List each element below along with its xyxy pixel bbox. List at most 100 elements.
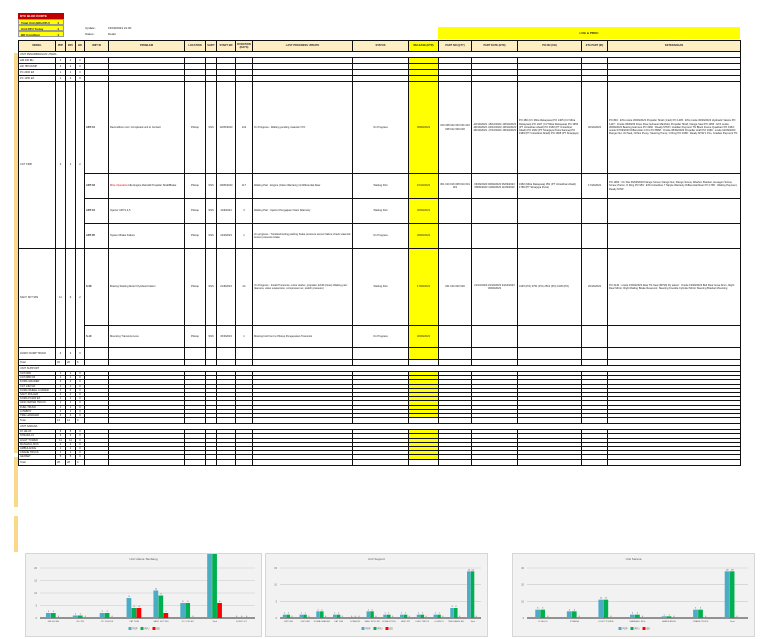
data-label: 1 xyxy=(388,613,390,615)
bar-rfu xyxy=(470,571,475,618)
detail-row: ADT-03 Mine Operation Idle Engine Rebuild… xyxy=(19,173,741,199)
problem-text: Idle Engine Rebuild Propeller Shaft/Brak… xyxy=(128,184,177,188)
status-cell: Waiting Part xyxy=(352,248,409,326)
release-cell: 30/09/2023 xyxy=(408,198,439,224)
part-date-cell: 21/10/2023 23/10/2023 24/10/2023 30/09/2… xyxy=(471,248,518,326)
x-tick-label: HM 400 BH xyxy=(48,621,60,623)
location-cell: Pitstop xyxy=(184,248,206,326)
bar-rfu xyxy=(336,614,341,618)
bar-rfu xyxy=(77,615,83,618)
cell xyxy=(352,458,409,466)
bar-rfu xyxy=(603,599,609,618)
x-tick-label: HOWO DT xyxy=(236,621,247,623)
x-tick-label: HINO WT xyxy=(401,621,411,623)
data-label: 1 xyxy=(385,613,387,615)
x-tick-label: KOMA PC200 xyxy=(382,620,396,623)
update-label: Update : xyxy=(85,26,97,30)
rfu-cell: 3 xyxy=(65,347,76,360)
model-cell: HOWO DUMP TRUCK xyxy=(18,347,56,360)
cell xyxy=(517,458,582,466)
data-label: 2 xyxy=(368,609,370,611)
legend-swatch xyxy=(140,627,144,630)
data-label: 3 xyxy=(455,606,457,608)
problem-highlight: Mine Operation xyxy=(110,184,128,188)
group-strip xyxy=(14,516,18,552)
data-label: 28 xyxy=(731,569,734,571)
cell xyxy=(408,458,439,466)
column-header: DURATION (DAYS) xyxy=(235,40,253,52)
data-label: 8 xyxy=(128,596,130,598)
eta-cell xyxy=(581,325,608,348)
data-label: 6 xyxy=(187,601,189,603)
po-cell: 1960 (Mitra Rekayasa) 951 (PT Unitedtrac… xyxy=(517,173,582,199)
data-label: 1 xyxy=(334,613,336,615)
bar-pdp xyxy=(207,554,212,618)
eta-cell xyxy=(581,198,608,224)
part-date-cell xyxy=(471,198,518,224)
eta-cell: 30/10/2023 xyxy=(581,81,608,174)
status-cell: On Progress xyxy=(352,81,409,174)
location-cell: Pitstop xyxy=(184,198,206,224)
release-cell: 30/09/2023 xyxy=(408,223,439,249)
status-value[interactable]: Detail xyxy=(108,32,116,37)
release-cell: 30/09/2023 xyxy=(408,81,439,174)
location-cell: Pitstop xyxy=(184,173,206,199)
data-label: 1 xyxy=(75,614,77,616)
data-label: 28 xyxy=(726,569,729,571)
po-cell xyxy=(517,223,582,249)
cell xyxy=(252,458,353,466)
bar-rfu xyxy=(454,608,458,618)
eta-cell xyxy=(581,223,608,249)
y-tick-label: 20 xyxy=(34,567,37,570)
y-tick-label: 5 xyxy=(36,605,38,608)
x-tick-label: KOMA WL xyxy=(350,620,361,623)
duration-cell: 1 xyxy=(235,325,253,348)
data-label: 2 xyxy=(165,611,167,613)
duration-cell: 24 xyxy=(235,248,253,326)
cell xyxy=(216,458,236,466)
data-label: 4 xyxy=(138,606,140,608)
legend-label: RFU xyxy=(635,628,640,631)
problem-text: Injector Cliff S,4,5 xyxy=(110,209,131,213)
bar-pdp xyxy=(433,614,438,618)
cell xyxy=(581,347,608,360)
cell xyxy=(581,458,608,466)
cell xyxy=(84,458,109,466)
po-cell: 3145 (PO) 3751 (PO) 2512 (PO) 3145 (PO) xyxy=(517,248,582,326)
location-cell: Pitstop xyxy=(184,81,206,174)
shift-cell: Shift xyxy=(205,81,217,174)
data-label: 5 xyxy=(700,608,702,610)
part-cell: 016 008 022 003 001 010 008 012 009 018 xyxy=(438,81,472,174)
update-cell: On progress : Troubleshooting parking br… xyxy=(252,223,353,249)
update-value: 15/09/2023 21:00 xyxy=(108,26,132,30)
column-header: PART NO (QTY) xyxy=(438,40,472,52)
part-date-cell xyxy=(471,223,518,249)
x-tick-label: HD 785 xyxy=(77,621,85,623)
legend-label: PDP xyxy=(133,628,138,631)
data-label: 9 xyxy=(160,594,162,596)
pdp-cell: 4 xyxy=(55,81,66,249)
status-cell: Waiting Part xyxy=(352,173,409,199)
bar-pdp xyxy=(450,608,454,618)
bar-rfu xyxy=(131,608,137,618)
bar-pdp xyxy=(630,614,635,618)
bar-pdp xyxy=(724,571,730,618)
legend-swatch xyxy=(618,627,622,630)
total-row: Total 28 28 0 xyxy=(18,458,741,466)
column-header: LOCATION xyxy=(184,40,206,52)
bar-rfu xyxy=(729,571,735,618)
bar-bd xyxy=(217,603,222,618)
bar-pdp xyxy=(366,611,371,618)
unit-id-cell: ADT-03 xyxy=(84,173,109,199)
detail-row: S-10 Mounting Transmisi Loss Pitstop Shift 1… xyxy=(19,325,741,348)
data-label: 1 xyxy=(80,614,82,616)
x-tick-label: Total xyxy=(730,620,735,623)
legend-label: PDP xyxy=(623,628,628,631)
log-proc-banner: LOG & PROC xyxy=(438,27,740,39)
legend-swatch xyxy=(152,627,156,630)
chart-unit-utama: Unit Utama Tambang 0 5 10 15 20 2 2 0 HM 400 BH 1 1… xyxy=(25,553,262,637)
duration-cell: 117 xyxy=(235,173,253,199)
y-tick-label: 5 xyxy=(276,600,278,603)
data-label: 1 xyxy=(401,613,403,615)
bar-rfu xyxy=(403,614,408,618)
